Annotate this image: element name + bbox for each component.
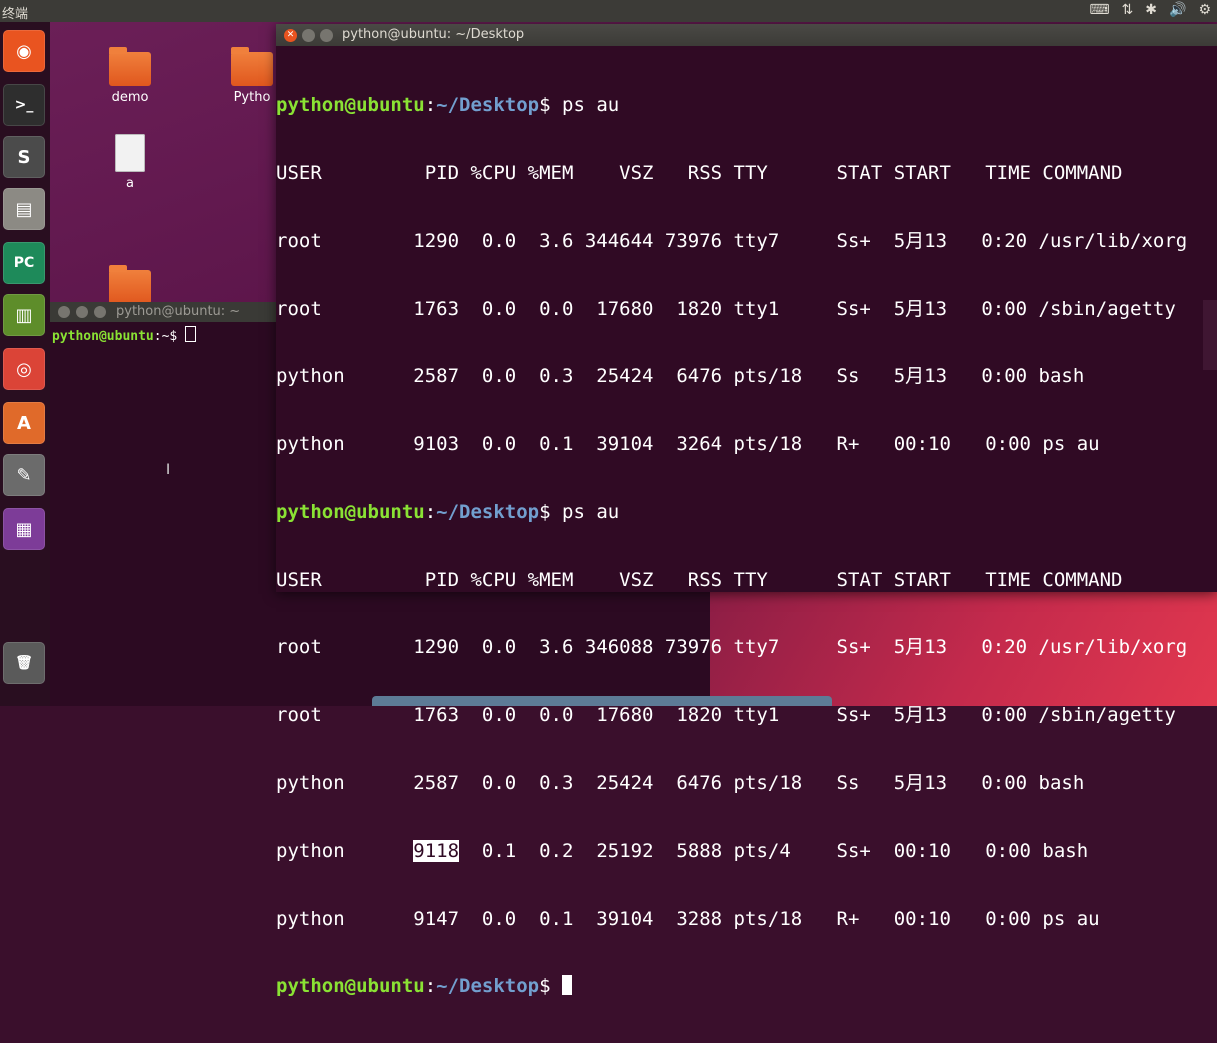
- network-icon[interactable]: ⇅: [1122, 2, 1134, 18]
- chrome-icon[interactable]: ◎: [3, 348, 45, 390]
- table-row: root 1763 0.0 0.0 17680 1820 tty1 Ss+ 5月…: [276, 297, 1176, 320]
- desktop-folder-demo[interactable]: demo: [90, 47, 170, 105]
- launcher: ◉ >_ S ▤ PC ▥ ◎ A ✎ ▦ 🗑: [0, 22, 50, 706]
- settings-icon[interactable]: ✎: [3, 454, 45, 496]
- row-user: python: [276, 839, 414, 862]
- prompt-sep: :: [424, 975, 437, 998]
- window-titlebar[interactable]: ✕ python@ubuntu: ~/Desktop: [276, 24, 1217, 46]
- prompt-user: python@ubuntu: [276, 500, 425, 523]
- sublime-text-icon[interactable]: S: [3, 136, 45, 178]
- window-title: python@ubuntu: ~: [116, 304, 241, 319]
- scrollbar[interactable]: [1203, 300, 1217, 370]
- table-row: python 2587 0.0 0.3 25424 6476 pts/18 Ss…: [276, 772, 1085, 794]
- command: ps au: [562, 500, 620, 523]
- prompt-line: python@ubuntu:~/Desktop$: [276, 975, 1217, 998]
- minimize-icon[interactable]: [302, 29, 315, 42]
- prompt-user: python@ubuntu: [276, 94, 425, 117]
- cursor: [562, 975, 573, 996]
- prompt-path: :~$: [153, 329, 186, 344]
- workspace-icon[interactable]: ▦: [3, 508, 45, 550]
- prompt-end: $: [539, 500, 563, 523]
- cursor: [185, 326, 197, 342]
- desktop-icon-label: a: [126, 176, 134, 191]
- gear-icon[interactable]: ⚙: [1198, 2, 1211, 18]
- desktop-folder-python[interactable]: Pytho: [222, 47, 282, 105]
- files-icon[interactable]: ▤: [3, 188, 45, 230]
- terminal-icon[interactable]: >_: [3, 84, 45, 126]
- prompt-sep: :: [424, 500, 437, 523]
- table-row: python 9103 0.0 0.1 39104 3264 pts/18 R+…: [276, 433, 1100, 456]
- command: ps au: [562, 94, 620, 117]
- close-icon[interactable]: ✕: [284, 29, 297, 42]
- selected-pid[interactable]: 9118: [413, 839, 460, 862]
- minimize-icon[interactable]: [76, 306, 88, 318]
- keyboard-icon[interactable]: ⌨: [1089, 2, 1109, 18]
- table-row: root 1290 0.0 3.6 344644 73976 tty7 Ss+ …: [276, 229, 1188, 252]
- software-center-icon[interactable]: A: [3, 402, 45, 444]
- text-file-icon: [115, 134, 145, 172]
- app-title: 终端: [2, 7, 29, 22]
- folder-icon: [109, 47, 151, 86]
- prompt-end: $: [539, 975, 563, 998]
- trash-icon[interactable]: 🗑: [3, 642, 45, 684]
- maximize-icon[interactable]: [94, 306, 106, 318]
- desktop-file-a[interactable]: a: [90, 134, 170, 191]
- prompt-end: $: [539, 94, 563, 117]
- table-row: python 9118 0.1 0.2 25192 5888 pts/4 Ss+…: [276, 839, 1217, 863]
- folder-icon: [231, 47, 273, 86]
- prompt-user: python@ubuntu: [276, 975, 425, 998]
- ubuntu-dash-icon[interactable]: ◉: [3, 30, 45, 72]
- prompt-user: python@ubuntu: [52, 329, 154, 344]
- volume-icon[interactable]: 🔊: [1169, 2, 1186, 18]
- prompt-line: python@ubuntu:~/Desktop$ ps au: [276, 501, 1217, 524]
- prompt-path: ~/Desktop: [436, 975, 540, 998]
- bluetooth-icon[interactable]: ✱: [1145, 2, 1157, 18]
- terminal-content[interactable]: python@ubuntu:~/Desktop$ ps au USER PID …: [276, 46, 1217, 1043]
- text-cursor-icon: I: [166, 462, 171, 478]
- table-row: python 2587 0.0 0.3 25424 6476 pts/18 Ss…: [276, 365, 1085, 388]
- table-header: USER PID %CPU %MEM VSZ RSS TTY STAT STAR…: [276, 568, 1123, 591]
- prompt-path: ~/Desktop: [436, 94, 540, 117]
- close-icon[interactable]: [58, 306, 70, 318]
- window-title: python@ubuntu: ~/Desktop: [342, 27, 525, 42]
- table-row: root 1290 0.0 3.6 346088 73976 tty7 Ss+ …: [276, 636, 1188, 659]
- table-row: root 1763 0.0 0.0 17680 1820 tty1 Ss+ 5月…: [276, 704, 1176, 727]
- terminal-window[interactable]: ✕ python@ubuntu: ~/Desktop python@ubuntu…: [276, 24, 1217, 997]
- maximize-icon[interactable]: [320, 29, 333, 42]
- table-row: python 9147 0.0 0.1 39104 3288 pts/18 R+…: [276, 907, 1100, 930]
- desktop-icon-label: Pytho: [233, 90, 271, 105]
- top-panel: 终端 ⌨ ⇅ ✱ 🔊 ⚙: [0, 0, 1217, 22]
- table-header: USER PID %CPU %MEM VSZ RSS TTY STAT STAR…: [276, 161, 1123, 184]
- prompt-line: python@ubuntu:~/Desktop$ ps au: [276, 94, 1217, 117]
- prompt-sep: :: [424, 94, 437, 117]
- desktop-icon-label: demo: [111, 90, 149, 105]
- dock-strip: [372, 696, 832, 706]
- pycharm-icon[interactable]: PC: [3, 242, 45, 284]
- prompt-path: ~/Desktop: [436, 500, 540, 523]
- row-rest: 0.1 0.2 25192 5888 pts/4 Ss+ 00:10 0:00 …: [459, 839, 1089, 862]
- book-icon[interactable]: ▥: [3, 294, 45, 336]
- indicator-area: ⌨ ⇅ ✱ 🔊 ⚙: [1089, 2, 1211, 18]
- folder-icon: [109, 265, 151, 304]
